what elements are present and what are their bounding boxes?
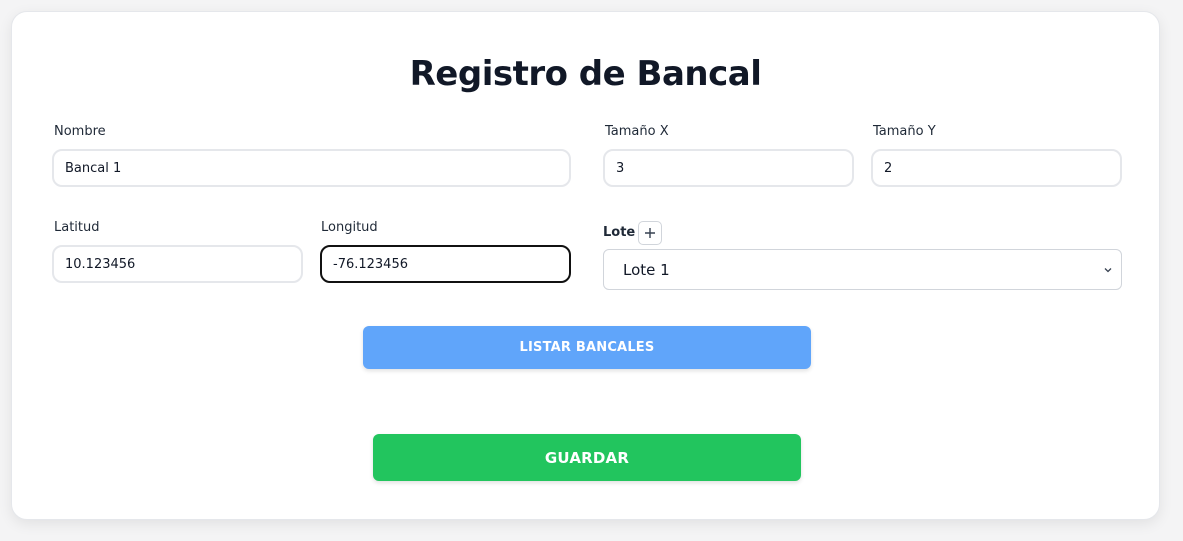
tamano-x-label: Tamaño X [605, 124, 669, 139]
add-lote-button[interactable] [638, 221, 662, 245]
latitud-input[interactable] [52, 245, 303, 283]
lote-label: Lote [603, 225, 636, 240]
longitud-label: Longitud [321, 220, 378, 235]
page-title: Registro de Bancal [409, 54, 762, 94]
nombre-label: Nombre [54, 124, 106, 139]
bancal-form-card: Registro de Bancal Nombre Tamaño X Tamañ… [11, 11, 1160, 520]
tamano-x-input[interactable] [603, 149, 854, 187]
nombre-input[interactable] [52, 149, 571, 187]
tamano-y-label: Tamaño Y [873, 124, 936, 139]
lote-selected-value: Lote 1 [623, 260, 670, 279]
listar-bancales-button[interactable]: LISTAR BANCALES [363, 326, 811, 369]
plus-icon [645, 228, 655, 238]
guardar-button[interactable]: GUARDAR [373, 434, 801, 481]
chevron-down-icon [1104, 268, 1112, 273]
longitud-input[interactable] [320, 245, 571, 283]
latitud-label: Latitud [54, 220, 100, 235]
lote-select[interactable]: Lote 1 [603, 249, 1122, 290]
tamano-y-input[interactable] [871, 149, 1122, 187]
